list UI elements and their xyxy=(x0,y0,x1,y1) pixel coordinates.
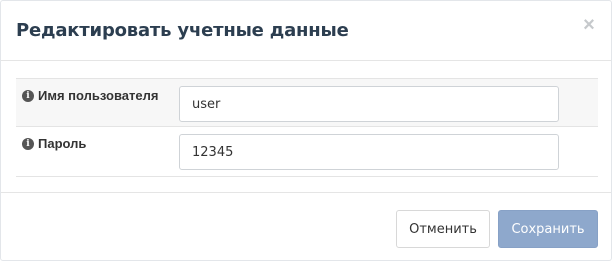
close-icon[interactable]: × xyxy=(581,15,597,35)
save-button[interactable]: Сохранить xyxy=(498,210,598,248)
credentials-form: i Имя пользователя i Пароль xyxy=(16,78,598,177)
edit-credentials-dialog: Редактировать учетные данные × i Имя пол… xyxy=(0,0,612,261)
dialog-title: Редактировать учетные данные xyxy=(16,20,349,41)
username-input[interactable] xyxy=(179,86,559,122)
dialog-footer: Отменить Сохранить xyxy=(1,192,611,262)
username-label: Имя пользователя xyxy=(38,88,159,103)
info-circle-icon: i xyxy=(22,137,34,150)
password-input[interactable] xyxy=(179,134,559,170)
cancel-button[interactable]: Отменить xyxy=(396,210,490,248)
username-row: i Имя пользователя xyxy=(16,79,598,127)
password-row: i Пароль xyxy=(16,127,598,177)
password-label: Пароль xyxy=(38,136,87,151)
dialog-header: Редактировать учетные данные × xyxy=(1,1,611,61)
password-label-group: i Пароль xyxy=(22,136,86,151)
info-circle-icon: i xyxy=(22,89,34,102)
username-label-group: i Имя пользователя xyxy=(22,88,158,103)
